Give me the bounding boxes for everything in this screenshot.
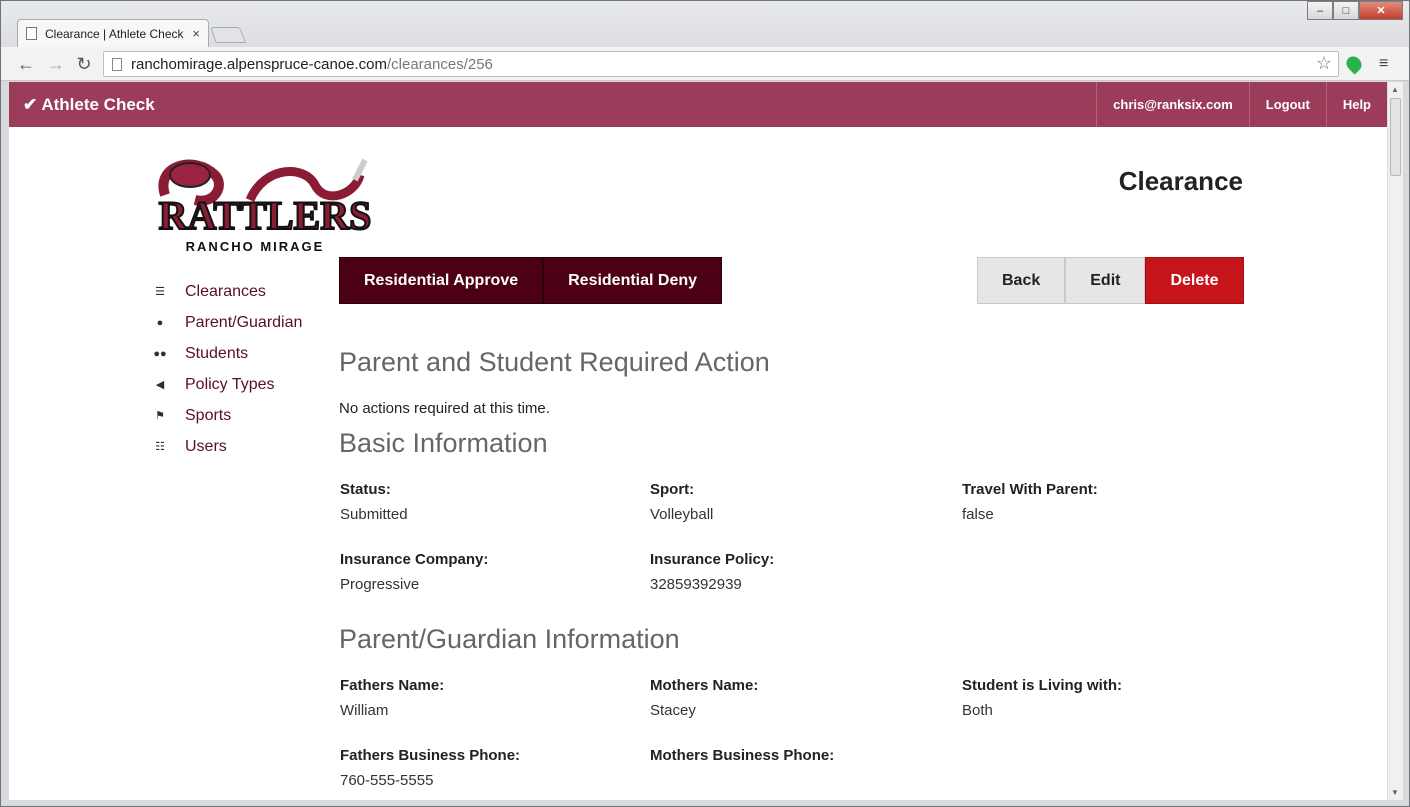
field-label: Insurance Policy: — [650, 551, 775, 568]
edit-button[interactable]: Edit — [1065, 257, 1146, 304]
user-icon: ● — [156, 316, 164, 329]
fathers-business-phone-field: Fathers Business Phone: 760-555-5555 — [340, 747, 630, 789]
field-value: 760-555-5555 — [340, 772, 434, 789]
forward-arrow-icon[interactable]: → — [45, 53, 67, 75]
field-value: Submitted — [340, 506, 408, 523]
sidebar-item-label: Policy Types — [185, 375, 275, 393]
help-link[interactable]: Help — [1325, 82, 1387, 127]
back-button[interactable]: Back — [977, 257, 1066, 304]
sidebar-item-parent-guardian[interactable]: ● Parent/Guardian — [153, 307, 333, 338]
browser-toolbar: ← → ↻ ranchomirage.alpenspruce-canoe.com… — [1, 47, 1409, 81]
sidebar-item-clearances[interactable]: ☰ Clearances — [153, 276, 333, 307]
page-viewport: ✔ Athlete Check chris@ranksix.com Logout… — [9, 82, 1387, 800]
field-value: Progressive — [340, 576, 420, 593]
logout-link[interactable]: Logout — [1248, 82, 1326, 127]
required-action-heading: Parent and Student Required Action — [339, 347, 770, 377]
field-label: Fathers Name: — [340, 677, 445, 694]
tab-strip: Clearance | Athlete Check × – □ ✕ — [1, 1, 1409, 47]
logo-word: RATTLERS — [159, 193, 372, 238]
sidebar-item-label: Students — [185, 344, 249, 362]
sidebar-item-label: Users — [185, 437, 227, 455]
url-host: ranchomirage.alpenspruce-canoe.com — [131, 55, 387, 73]
insurance-policy-field: Insurance Policy: 32859392939 — [650, 551, 940, 593]
required-action-text: No actions required at this time. — [339, 400, 550, 417]
app-navbar: ✔ Athlete Check chris@ranksix.com Logout… — [9, 82, 1387, 127]
sidebar-item-label: Parent/Guardian — [185, 313, 303, 331]
bookmark-star-icon[interactable]: ☆ — [1316, 53, 1332, 74]
browser-window: Clearance | Athlete Check × – □ ✕ ← → ↻ … — [0, 0, 1410, 807]
mothers-name-field: Mothers Name: Stacey — [650, 677, 940, 719]
status-field: Status: Submitted — [340, 481, 630, 523]
extension-icon[interactable] — [1343, 53, 1365, 75]
field-value: false — [962, 506, 994, 523]
url-path: /clearances/256 — [386, 55, 493, 73]
travel-with-parent-field: Travel With Parent: false — [962, 481, 1252, 523]
residential-button-group: Residential Approve Residential Deny — [339, 257, 723, 304]
residential-approve-button[interactable]: Residential Approve — [339, 257, 544, 304]
sidebar-item-sports[interactable]: ⚑ Sports — [153, 400, 333, 431]
brand-link[interactable]: ✔ Athlete Check — [23, 95, 155, 115]
guardian-information-heading: Parent/Guardian Information — [339, 624, 680, 654]
sidebar-item-students[interactable]: ●● Students — [153, 338, 333, 369]
scroll-up-icon[interactable]: ▲ — [1391, 85, 1399, 94]
record-button-group: Back Edit Delete — [977, 257, 1244, 304]
bullhorn-icon: ◀ — [155, 379, 165, 391]
minimize-button[interactable]: – — [1307, 1, 1333, 20]
tab-close-icon[interactable]: × — [192, 26, 200, 41]
page-title: Clearance — [1118, 166, 1243, 196]
basic-information-heading: Basic Information — [339, 428, 548, 458]
field-label: Mothers Name: — [650, 677, 759, 694]
page-icon — [26, 27, 37, 40]
field-label: Mothers Business Phone: — [650, 747, 835, 764]
browser-tab[interactable]: Clearance | Athlete Check × — [17, 19, 209, 47]
field-label: Fathers Business Phone: — [340, 747, 521, 764]
field-label: Travel With Parent: — [962, 481, 1098, 498]
page-scrollbar[interactable]: ▲ ▼ — [1387, 82, 1403, 800]
field-value: William — [340, 702, 389, 719]
flag-icon: ⚑ — [155, 410, 165, 422]
user-email-link[interactable]: chris@ranksix.com — [1096, 82, 1249, 127]
logo-subtitle: RANCHO MIRAGE — [186, 239, 325, 254]
residential-deny-button[interactable]: Residential Deny — [543, 257, 723, 304]
living-with-field: Student is Living with: Both — [962, 677, 1252, 719]
scroll-thumb[interactable] — [1390, 98, 1401, 176]
field-value: Volleyball — [650, 506, 714, 523]
mothers-business-phone-field: Mothers Business Phone: — [650, 747, 940, 772]
tab-title: Clearance | Athlete Check — [45, 26, 184, 41]
sidebar-item-policy-types[interactable]: ◀ Policy Types — [153, 369, 333, 400]
users-list-icon: ☷ — [155, 441, 165, 453]
group-icon: ●● — [153, 347, 167, 360]
field-value: 32859392939 — [650, 576, 742, 593]
sidebar-nav: ☰ Clearances ● Parent/Guardian ●● Studen… — [153, 276, 333, 462]
list-icon: ☰ — [155, 286, 165, 298]
sport-field: Sport: Volleyball — [650, 481, 940, 523]
reload-icon[interactable]: ↻ — [73, 53, 95, 75]
window-controls: – □ ✕ — [1307, 1, 1403, 20]
fathers-name-field: Fathers Name: William — [340, 677, 630, 719]
back-arrow-icon[interactable]: ← — [15, 53, 37, 75]
field-label: Status: — [340, 481, 391, 498]
field-value: Both — [962, 702, 993, 719]
page-icon — [112, 57, 122, 71]
field-value: Stacey — [650, 702, 696, 719]
scroll-down-icon[interactable]: ▼ — [1391, 788, 1399, 797]
menu-icon[interactable]: ≡ — [1379, 55, 1393, 72]
sidebar-item-label: Sports — [185, 406, 232, 424]
navbar-right: chris@ranksix.com Logout Help — [1096, 82, 1387, 127]
new-tab-button[interactable] — [210, 27, 246, 43]
field-label: Insurance Company: — [340, 551, 489, 568]
field-label: Student is Living with: — [962, 677, 1122, 694]
rattlers-logo: RATTLERS RANCHO MIRAGE — [155, 155, 375, 255]
field-label: Sport: — [650, 481, 695, 498]
close-window-button[interactable]: ✕ — [1359, 1, 1403, 20]
address-bar[interactable]: ranchomirage.alpenspruce-canoe.com/clear… — [103, 51, 1339, 77]
sidebar-item-label: Clearances — [185, 282, 266, 300]
delete-button[interactable]: Delete — [1145, 257, 1244, 304]
insurance-company-field: Insurance Company: Progressive — [340, 551, 630, 593]
maximize-button[interactable]: □ — [1333, 1, 1359, 20]
sidebar-item-users[interactable]: ☷ Users — [153, 431, 333, 462]
